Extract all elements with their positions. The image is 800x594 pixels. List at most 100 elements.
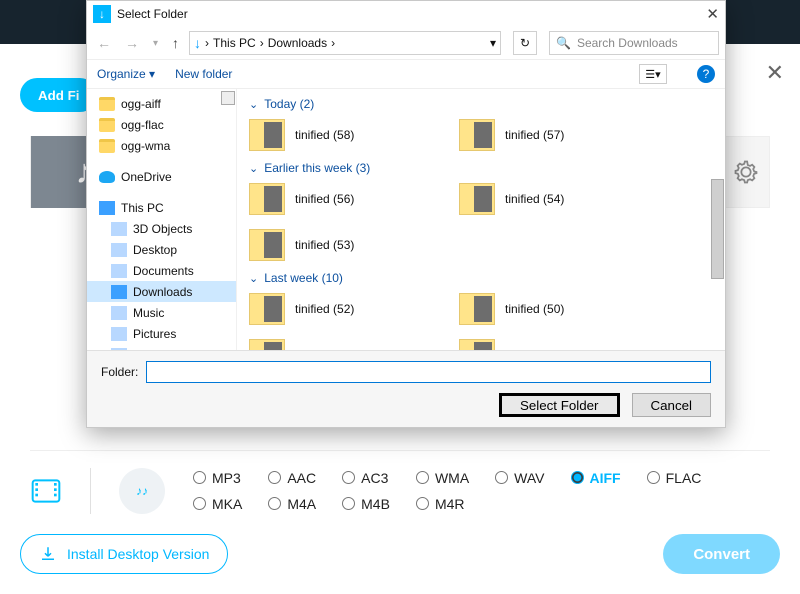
folder-icon [249,183,285,215]
breadcrumb-item[interactable]: Downloads [268,36,327,50]
gear-icon[interactable] [732,158,760,186]
radio-input[interactable] [268,471,281,484]
chevron-right-icon: › [260,36,264,50]
format-radio-group: MP3 AAC AC3 WMA WAV AIFF FLAC MKA M4A M4B M4R [193,470,701,512]
install-desktop-button[interactable]: Install Desktop Version [20,534,228,574]
close-icon[interactable]: ✕ [766,60,784,86]
radio-input[interactable] [495,471,508,484]
tree-item-pictures[interactable]: Pictures [87,323,236,344]
radio-input[interactable] [647,471,660,484]
group-label: Today (2) [264,97,314,111]
folder-item[interactable]: tinified (50) [459,293,669,325]
radio-input[interactable] [416,471,429,484]
group-header[interactable]: ⌄Last week (10) [249,271,713,285]
tree-item-label: Documents [133,264,194,278]
tree-item-onedrive[interactable]: OneDrive [87,166,236,187]
nav-back-icon[interactable]: ← [93,35,115,51]
folder-icon [99,139,115,153]
search-icon: 🔍 [556,36,571,50]
radio-input[interactable] [342,471,355,484]
folder-item[interactable]: tinified (57) [459,119,669,151]
folder-item[interactable]: tinified (48) [459,339,669,350]
folder-content[interactable]: ⌄Today (2) tinified (58)tinified (57) ⌄Ear… [237,89,725,350]
gen-icon [111,327,127,341]
folder-input[interactable] [146,361,711,383]
folder-name: tinified (56) [295,192,354,206]
folder-name: tinified (53) [295,238,354,252]
folder-item[interactable]: tinified (54) [459,183,669,215]
format-radio-ac3[interactable]: AC3 [342,470,390,486]
view-mode-button[interactable]: ☰▾ [639,64,667,84]
folder-input-row: Folder: [101,361,711,383]
tree-item-downloads[interactable]: Downloads [87,281,236,302]
dialog-toolbar: Organize ▾ New folder ☰▾ ? [87,59,725,89]
radio-input[interactable] [571,471,584,484]
tree-item-label: This PC [121,201,164,215]
format-label: M4B [361,496,390,512]
format-row: ♪♪ MP3 AAC AC3 WMA WAV AIFF FLAC MKA M4A M4B M4R [30,450,770,530]
format-radio-m4a[interactable]: M4A [268,496,316,512]
breadcrumb-root-icon[interactable]: ↓ [194,35,201,51]
dl-icon [111,285,127,299]
tree-item-music[interactable]: Music [87,302,236,323]
radio-input[interactable] [193,471,206,484]
folder-item[interactable]: tinified (58) [249,119,459,151]
folder-item[interactable]: tinified (56) [249,183,459,215]
breadcrumb-item[interactable]: This PC [213,36,256,50]
tree-item-desktop[interactable]: Desktop [87,239,236,260]
tree-item-label: ogg-flac [121,118,164,132]
format-radio-mp3[interactable]: MP3 [193,470,242,486]
tree-item-documents[interactable]: Documents [87,260,236,281]
format-radio-flac[interactable]: FLAC [647,470,702,486]
nav-up-icon[interactable]: ↑ [168,35,183,51]
chevron-down-icon[interactable]: ▾ [490,36,496,50]
tree-item-ogg-flac[interactable]: ogg-flac [87,114,236,135]
group-header[interactable]: ⌄Earlier this week (3) [249,161,713,175]
tree-item-ogg-wma[interactable]: ogg-wma [87,135,236,156]
cancel-button[interactable]: Cancel [632,393,712,417]
video-format-icon[interactable] [30,475,62,507]
close-icon[interactable]: ✕ [706,5,719,23]
chevron-right-icon: › [331,36,335,50]
nav-forward-icon[interactable]: → [121,35,143,51]
gen-icon [111,222,127,236]
help-icon[interactable]: ? [697,65,715,83]
format-radio-wav[interactable]: WAV [495,470,544,486]
format-radio-m4r[interactable]: M4R [416,496,469,512]
group-header[interactable]: ⌄Today (2) [249,97,713,111]
audio-format-icon[interactable]: ♪♪ [119,468,165,514]
tree-item-this-pc[interactable]: This PC [87,197,236,218]
format-radio-aiff[interactable]: AIFF [571,470,621,486]
dialog-button-row: Select Folder Cancel [101,393,711,417]
breadcrumb[interactable]: ↓ › This PC › Downloads › ▾ [189,31,501,55]
organize-menu[interactable]: Organize ▾ [97,67,155,81]
select-folder-button[interactable]: Select Folder [499,393,620,417]
format-radio-mka[interactable]: MKA [193,496,242,512]
format-label: MP3 [212,470,241,486]
format-radio-wma[interactable]: WMA [416,470,469,486]
dialog-nav-bar: ← → ▾ ↑ ↓ › This PC › Downloads › ▾ ↻ 🔍 … [87,27,725,59]
radio-input[interactable] [342,497,355,510]
radio-input[interactable] [268,497,281,510]
tree-item-3d-objects[interactable]: 3D Objects [87,218,236,239]
convert-button[interactable]: Convert [663,534,780,574]
radio-input[interactable] [416,497,429,510]
format-radio-aac[interactable]: AAC [268,470,316,486]
tree-item-ogg-aiff[interactable]: ogg-aiff [87,93,236,114]
scrollbar-handle[interactable] [711,179,724,279]
new-folder-button[interactable]: New folder [175,67,232,81]
refresh-icon[interactable]: ↻ [513,31,537,55]
tree-item-label: ogg-wma [121,139,170,153]
folder-item[interactable]: tinified (52) [249,293,459,325]
folder-tree[interactable]: ogg-aiff ogg-flac ogg-wma OneDrive This PC 3D… [87,89,237,350]
folder-label: Folder: [101,365,138,379]
folder-item[interactable]: tinified (49) [249,339,459,350]
tree-item-label: Downloads [133,285,192,299]
folder-item[interactable]: tinified (53) [249,229,459,261]
folder-grid: tinified (56) tinified (54) tinified (53) [249,183,713,261]
chevron-down-icon[interactable]: ▾ [149,38,162,49]
search-input[interactable]: 🔍 Search Downloads [549,31,719,55]
radio-input[interactable] [193,497,206,510]
format-radio-m4b[interactable]: M4B [342,496,390,512]
folder-name: tinified (54) [505,192,564,206]
